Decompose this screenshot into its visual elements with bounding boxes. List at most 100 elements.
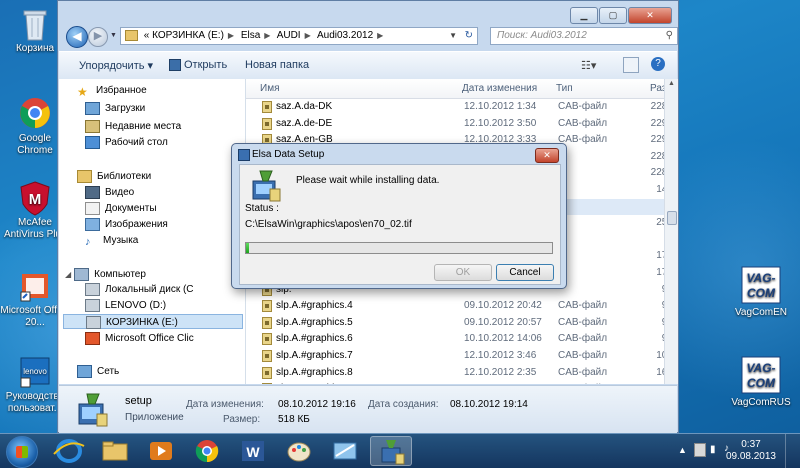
nav-images[interactable]: Изображения — [85, 217, 168, 232]
file-name: slp.A.#graphics.7 — [276, 350, 353, 361]
preview-pane-icon[interactable] — [623, 57, 639, 73]
music-icon: ♪ — [85, 235, 91, 248]
ok-button[interactable]: OK — [434, 264, 492, 281]
back-button[interactable]: ◀ — [66, 26, 88, 48]
scrollbar-thumb[interactable] — [667, 211, 677, 225]
file-row[interactable]: slp.A.#graphics.9 12.10.2012 4:21 CAB-файл… — [246, 381, 671, 384]
file-row[interactable]: saz.A.de-DE12.10.2012 3:50CAB-файл229 93… — [246, 116, 671, 132]
file-row[interactable]: slp.A.#graphics.6 10.10.2012 14:06 CAB-фай… — [246, 331, 671, 347]
desktop-icon-vagcom-en[interactable]: VAG- COM VagComEN — [726, 266, 796, 319]
recent-places-icon — [85, 119, 100, 133]
mcafee-icon: M — [18, 180, 52, 216]
media-player-icon — [150, 442, 172, 460]
elsa-setup-dialog: Elsa Data Setup ✕ Please wait while inst… — [231, 143, 567, 289]
maximize-button[interactable]: ▢ — [599, 7, 627, 24]
nav-network[interactable]: Сеть — [77, 364, 119, 379]
dialog-body: Please wait while installing data. Statu… — [239, 164, 561, 285]
taskbar-ie[interactable] — [48, 436, 90, 466]
expand-arrow-icon[interactable]: ◢ — [65, 270, 71, 279]
lenovo-guide-icon: lenovo — [18, 354, 52, 388]
taskbar-elsa-setup[interactable] — [370, 436, 412, 466]
dialog-message: Please wait while installing data. — [296, 175, 440, 186]
nav-local-disk[interactable]: Локальный диск (C — [85, 282, 194, 297]
open-button[interactable]: Открыть — [169, 59, 227, 72]
breadcrumb-item[interactable]: КОРЗИНКА (E:) — [152, 30, 224, 41]
taskbar-word[interactable]: W — [232, 436, 274, 466]
file-row[interactable]: saz.A.da-DK12.10.2012 1:34CAB-файл228 84… — [246, 99, 671, 115]
file-row[interactable]: slp.A.#graphics.4 09.10.2012 20:42 CAB-фай… — [246, 298, 671, 314]
column-date[interactable]: Дата изменения — [462, 83, 537, 94]
column-name[interactable]: Имя — [260, 83, 279, 94]
taskbar-paint[interactable] — [278, 436, 320, 466]
desktop-icon-vagcom-rus[interactable]: VAG- COM VagComRUS — [726, 356, 796, 409]
forward-button[interactable]: ▶ — [88, 27, 108, 47]
file-row[interactable]: slp.A.#graphics.8 12.10.2012 2:35 CAB-файл… — [246, 365, 671, 381]
internet-explorer-icon — [53, 439, 85, 463]
nav-lenovo-drive[interactable]: LENOVO (D:) — [85, 298, 166, 313]
scroll-up-icon[interactable]: ▲ — [668, 80, 675, 87]
network-tray-icon[interactable]: ▮ — [710, 444, 716, 455]
nav-libraries[interactable]: Библиотеки — [77, 169, 151, 184]
breadcrumb-item[interactable]: AUDI — [277, 30, 301, 41]
taskbar-media-player[interactable] — [140, 436, 182, 466]
show-desktop-button[interactable] — [785, 434, 800, 468]
vag-com-icon: VAG- COM — [741, 266, 781, 304]
language-icon[interactable]: ▲ — [678, 445, 687, 455]
breadcrumb-separator-icon[interactable]: ▶ — [305, 31, 311, 40]
window-app-icon — [333, 442, 357, 460]
organize-button[interactable]: Упорядочить ▾ — [79, 59, 153, 72]
address-dropdown-icon[interactable]: ▼ — [449, 28, 457, 44]
nav-desktop[interactable]: Рабочий стол — [85, 135, 168, 150]
details-size-value: 518 КБ — [278, 414, 310, 425]
nav-computer[interactable]: ◢ Компьютер — [65, 267, 146, 282]
flag-icon[interactable] — [694, 443, 706, 457]
breadcrumb-separator-icon[interactable]: ▶ — [228, 31, 234, 40]
nav-recent[interactable]: Недавние места — [85, 119, 181, 134]
breadcrumb-item[interactable]: Audi03.2012 — [317, 30, 373, 41]
cab-file-icon — [262, 333, 272, 346]
details-size-label: Размер: — [223, 414, 261, 425]
new-folder-button[interactable]: Новая папка — [245, 59, 309, 71]
file-type: CAB-файл — [558, 381, 607, 384]
file-date: 12.10.2012 3:50 — [464, 117, 537, 129]
file-row[interactable]: slp.A.#graphics.7 12.10.2012 3:46 CAB-файл… — [246, 348, 671, 364]
cab-file-icon — [262, 316, 272, 329]
desktop-folder-icon — [85, 135, 100, 149]
nav-korzinka-drive[interactable]: КОРЗИНКА (E:) — [63, 314, 243, 329]
dialog-close-button[interactable]: ✕ — [535, 148, 559, 163]
breadcrumb-separator-icon[interactable]: ▶ — [264, 31, 270, 40]
search-input[interactable]: Поиск: Audi03.2012 ⚲ — [490, 27, 678, 45]
taskbar-explorer[interactable] — [94, 436, 136, 466]
nav-office-drive[interactable]: Microsoft Office Clic — [85, 331, 194, 346]
svg-text:lenovo: lenovo — [23, 367, 47, 376]
vertical-scrollbar[interactable]: ▲ — [664, 79, 678, 384]
nav-video[interactable]: Видео — [85, 185, 134, 200]
help-icon[interactable]: ? — [651, 57, 665, 71]
nav-downloads[interactable]: Загрузки — [85, 101, 145, 116]
close-button[interactable]: ✕ — [628, 7, 672, 24]
start-button[interactable] — [6, 436, 38, 468]
file-row[interactable]: slp.A.#graphics.5 09.10.2012 20:57 CAB-фай… — [246, 315, 671, 331]
nav-documents[interactable]: Документы — [85, 201, 157, 216]
system-tray: ▲ ▮ ♪ 0:37 09.08.2013 — [670, 434, 800, 468]
office-drive-icon — [85, 331, 100, 345]
open-icon — [169, 59, 181, 72]
address-bar[interactable]: « КОРЗИНКА (E:) ▶ Elsa ▶ AUDI ▶ Audi03.2012… — [120, 27, 478, 45]
nav-music[interactable]: ♪ Музыка — [85, 233, 138, 248]
breadcrumb-separator-icon[interactable]: ▶ — [377, 31, 383, 40]
column-type[interactable]: Тип — [556, 83, 573, 94]
nav-favorites[interactable]: ★ Избранное — [77, 83, 147, 99]
nav-label: Рабочий стол — [105, 137, 168, 148]
status-path: C:\ElsaWin\graphics\apos\en70_02.tif — [245, 219, 412, 230]
recent-pages-chevron-icon[interactable]: ▼ — [110, 32, 117, 39]
refresh-icon[interactable]: ↻ — [465, 28, 473, 44]
svg-text:COM: COM — [747, 376, 776, 390]
view-options-icon[interactable]: ☷▾ — [581, 59, 596, 72]
taskbar-app[interactable] — [324, 436, 366, 466]
breadcrumb-item[interactable]: Elsa — [241, 30, 260, 41]
minimize-button[interactable]: ▁ — [570, 7, 598, 24]
taskbar-chrome[interactable] — [186, 436, 228, 466]
cancel-button[interactable]: Cancel — [496, 264, 554, 281]
search-icon[interactable]: ⚲ — [666, 28, 673, 44]
clock[interactable]: 0:37 09.08.2013 — [726, 439, 776, 463]
